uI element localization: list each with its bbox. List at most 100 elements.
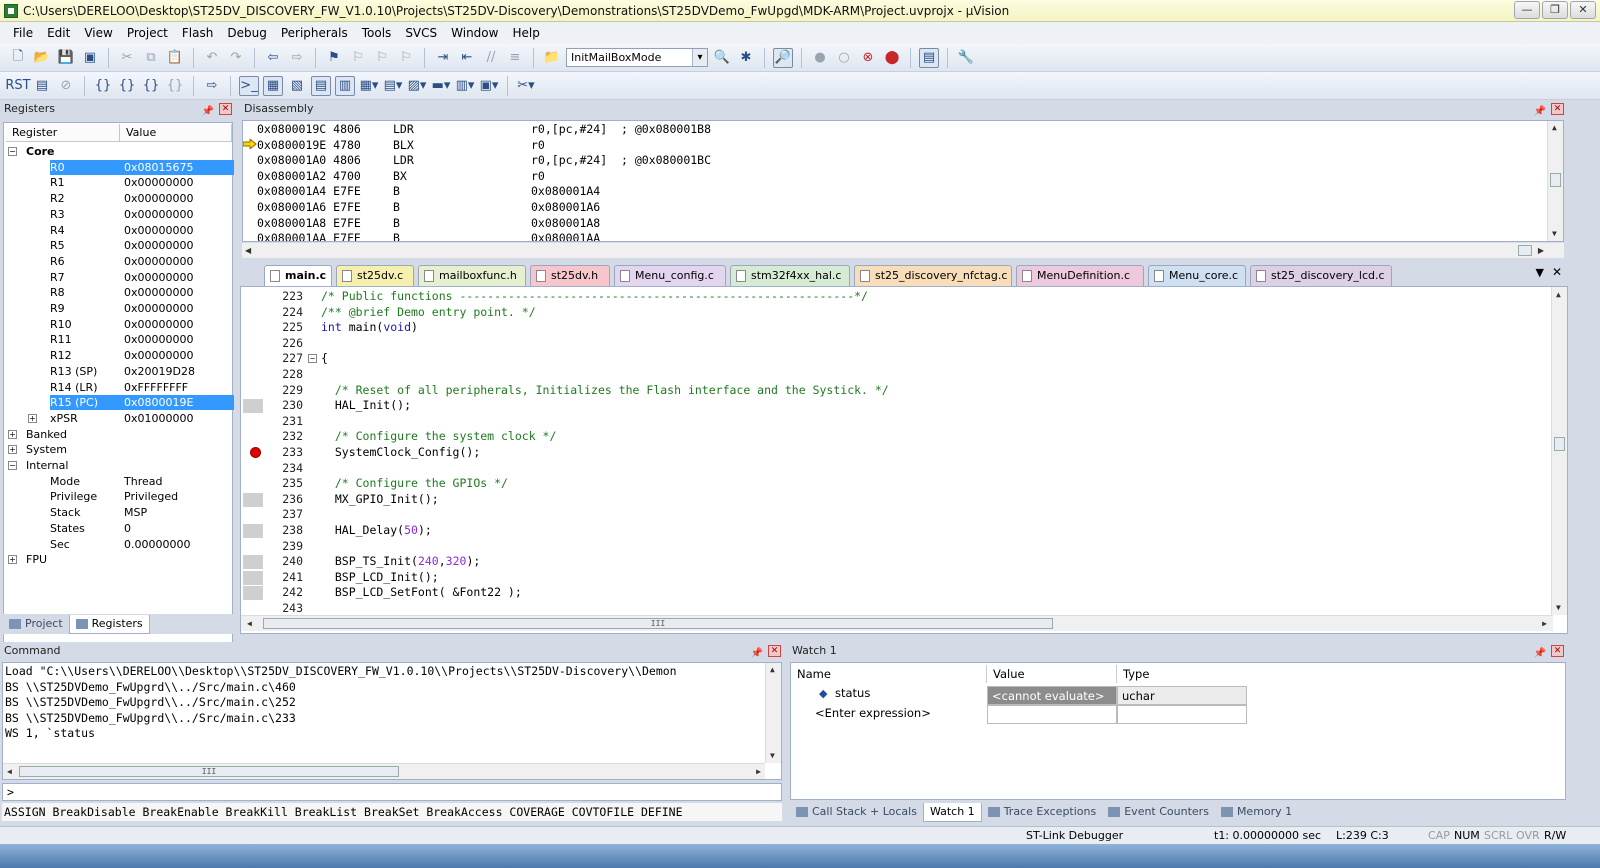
close-icon[interactable]: ✕ bbox=[219, 103, 232, 115]
breakpoint-disable-icon[interactable]: ○ bbox=[834, 48, 854, 68]
tab-stm32f4xx-hal-c[interactable]: stm32f4xx_hal.c bbox=[730, 265, 850, 286]
registers-window-icon[interactable]: ▤ bbox=[311, 75, 331, 96]
tab-memory-1[interactable]: Memory 1 bbox=[1215, 803, 1298, 821]
code-line[interactable]: BSP_LCD_Init(); bbox=[321, 570, 439, 586]
close-icon[interactable]: ✕ bbox=[768, 645, 781, 657]
register-value[interactable]: Privileged bbox=[124, 489, 178, 504]
tab-st25-discovery-nfctag-c[interactable]: st25_discovery_nfctag.c bbox=[854, 265, 1012, 286]
command-input[interactable]: > bbox=[2, 783, 782, 801]
register-value[interactable]: 0x0800019E bbox=[124, 395, 193, 410]
menu-peripherals[interactable]: Peripherals bbox=[274, 22, 355, 44]
executable-line-marker[interactable] bbox=[243, 524, 263, 538]
register-value[interactable]: 0x00000000 bbox=[124, 254, 194, 269]
breakpoint-kill-all-icon[interactable]: ⬤ bbox=[882, 48, 902, 68]
register-value[interactable]: 0x00000000 bbox=[124, 285, 194, 300]
menu-edit[interactable]: Edit bbox=[40, 22, 77, 44]
register-value[interactable]: 0x00000000 bbox=[124, 223, 194, 238]
register-value[interactable]: 0x00000000 bbox=[124, 207, 194, 222]
save-icon[interactable]: 💾 bbox=[56, 48, 76, 68]
enter-expression[interactable]: <Enter expression> bbox=[815, 706, 931, 720]
register-row[interactable]: R5 0x00000000 bbox=[4, 238, 232, 253]
column-header-register[interactable]: Register bbox=[6, 124, 120, 141]
register-value[interactable]: 0x00000000 bbox=[124, 332, 194, 347]
analysis-window-icon[interactable]: ▬▾ bbox=[431, 76, 451, 96]
tab-menu-config-c[interactable]: Menu_config.c bbox=[614, 265, 726, 286]
register-value[interactable]: 0x00000000 bbox=[124, 191, 194, 206]
register-row[interactable]: R7 0x00000000 bbox=[4, 270, 232, 285]
register-value[interactable]: 0x01000000 bbox=[124, 411, 194, 426]
register-row[interactable]: + xPSR 0x01000000 bbox=[4, 411, 232, 426]
register-value[interactable]: 0x00000000 bbox=[124, 348, 194, 363]
register-row[interactable]: − Core bbox=[4, 144, 232, 159]
executable-line-marker[interactable] bbox=[243, 555, 263, 570]
incremental-find-icon[interactable]: ✱ bbox=[736, 48, 756, 68]
menu-window[interactable]: Window bbox=[444, 22, 505, 44]
new-file-icon[interactable]: 🗋 bbox=[8, 48, 28, 68]
symbols-window-icon[interactable]: ▧ bbox=[287, 76, 307, 96]
stop-icon[interactable]: ⊘ bbox=[56, 76, 76, 96]
command-horizontal-scrollbar[interactable]: ◀ III ▶ bbox=[3, 763, 765, 779]
register-row[interactable]: R13 (SP) 0x20019D28 bbox=[4, 364, 232, 379]
command-window-icon[interactable]: >_ bbox=[239, 75, 259, 96]
menu-tools[interactable]: Tools bbox=[355, 22, 399, 44]
menu-view[interactable]: View bbox=[77, 22, 119, 44]
executable-line-marker[interactable] bbox=[243, 586, 263, 601]
window-layout-icon[interactable]: ▤ bbox=[919, 47, 939, 68]
executable-line-marker[interactable] bbox=[243, 492, 263, 507]
trace-window-icon[interactable]: ▥▾ bbox=[455, 76, 475, 96]
disassembly-horizontal-scrollbar[interactable]: ◀ ▶ bbox=[242, 242, 1564, 258]
expand-icon[interactable]: + bbox=[8, 445, 17, 455]
pin-icon[interactable]: 📌 bbox=[1534, 103, 1546, 121]
executable-line-marker[interactable] bbox=[243, 399, 263, 414]
register-row[interactable]: R6 0x00000000 bbox=[4, 254, 232, 269]
register-row[interactable]: Sec 0.00000000 bbox=[4, 537, 232, 552]
uncomment-icon[interactable]: ≡ bbox=[505, 48, 525, 68]
code-line[interactable]: BSP_LCD_SetFont( &Font22 ); bbox=[321, 585, 522, 601]
command-vertical-scrollbar[interactable]: ▲ ▼ bbox=[765, 663, 781, 763]
close-icon[interactable]: ✕ bbox=[1551, 645, 1564, 657]
register-row[interactable]: R1 0x00000000 bbox=[4, 175, 232, 190]
tab-call-stack-locals[interactable]: Call Stack + Locals bbox=[790, 803, 923, 821]
register-row[interactable]: R14 (LR) 0xFFFFFFFF bbox=[4, 380, 232, 395]
copy-icon[interactable]: ⧉ bbox=[141, 48, 161, 68]
prev-bookmark-icon[interactable]: ⚐ bbox=[348, 48, 368, 68]
watch-name-status[interactable]: status bbox=[835, 686, 870, 700]
register-value[interactable]: 0x00000000 bbox=[124, 301, 194, 316]
menu-debug[interactable]: Debug bbox=[220, 22, 273, 44]
breakpoint-icon[interactable] bbox=[250, 447, 261, 458]
find-combo[interactable]: InitMailBoxMode bbox=[566, 48, 708, 67]
register-row[interactable]: R10 0x00000000 bbox=[4, 317, 232, 332]
register-row[interactable]: R15 (PC) 0x0800019E bbox=[4, 395, 234, 411]
register-value[interactable]: Thread bbox=[124, 474, 162, 489]
memory-window-icon[interactable]: ▤▾ bbox=[383, 76, 403, 96]
register-value[interactable]: 0x00000000 bbox=[124, 270, 194, 285]
disassembly-window-icon[interactable]: ▦ bbox=[263, 75, 283, 96]
register-value[interactable]: 0.00000000 bbox=[124, 537, 190, 552]
close-editor-icon[interactable]: ✕ bbox=[1552, 265, 1562, 279]
step-out-icon[interactable]: {} bbox=[141, 76, 161, 96]
column-header-value[interactable]: Value bbox=[120, 124, 232, 141]
step-over-icon[interactable]: {} bbox=[117, 76, 137, 96]
register-value[interactable]: 0x20019D28 bbox=[124, 364, 195, 379]
register-row[interactable]: R4 0x00000000 bbox=[4, 223, 232, 238]
register-value[interactable]: 0x00000000 bbox=[124, 238, 194, 253]
disassembly-vertical-scrollbar[interactable]: ▲ ▼ bbox=[1547, 121, 1563, 241]
run-to-cursor-icon[interactable]: {} bbox=[165, 76, 185, 96]
breakpoint-insert-icon[interactable]: ● bbox=[810, 48, 830, 68]
register-row[interactable]: R9 0x00000000 bbox=[4, 301, 232, 316]
register-row[interactable]: − Internal bbox=[4, 458, 232, 473]
tab-st25dv-c[interactable]: st25dv.c bbox=[336, 265, 414, 286]
undo-icon[interactable]: ↶ bbox=[202, 48, 222, 68]
register-row[interactable]: R11 0x00000000 bbox=[4, 332, 232, 347]
tab-registers[interactable]: Registers bbox=[68, 614, 150, 634]
code-line[interactable]: HAL_Init(); bbox=[321, 398, 411, 414]
watch-value-empty[interactable] bbox=[987, 705, 1117, 724]
code-line[interactable]: /* Public functions --------------------… bbox=[321, 289, 868, 305]
menu-flash[interactable]: Flash bbox=[175, 22, 220, 44]
fold-collapse-icon[interactable]: − bbox=[308, 354, 317, 364]
tab-list-dropdown-icon[interactable]: ▼ bbox=[1536, 266, 1544, 279]
register-row[interactable]: + FPU bbox=[4, 552, 232, 567]
register-row[interactable]: Stack MSP bbox=[4, 505, 232, 520]
open-folder-icon[interactable]: 📂 bbox=[32, 48, 52, 68]
save-all-icon[interactable]: ▣ bbox=[80, 48, 100, 68]
